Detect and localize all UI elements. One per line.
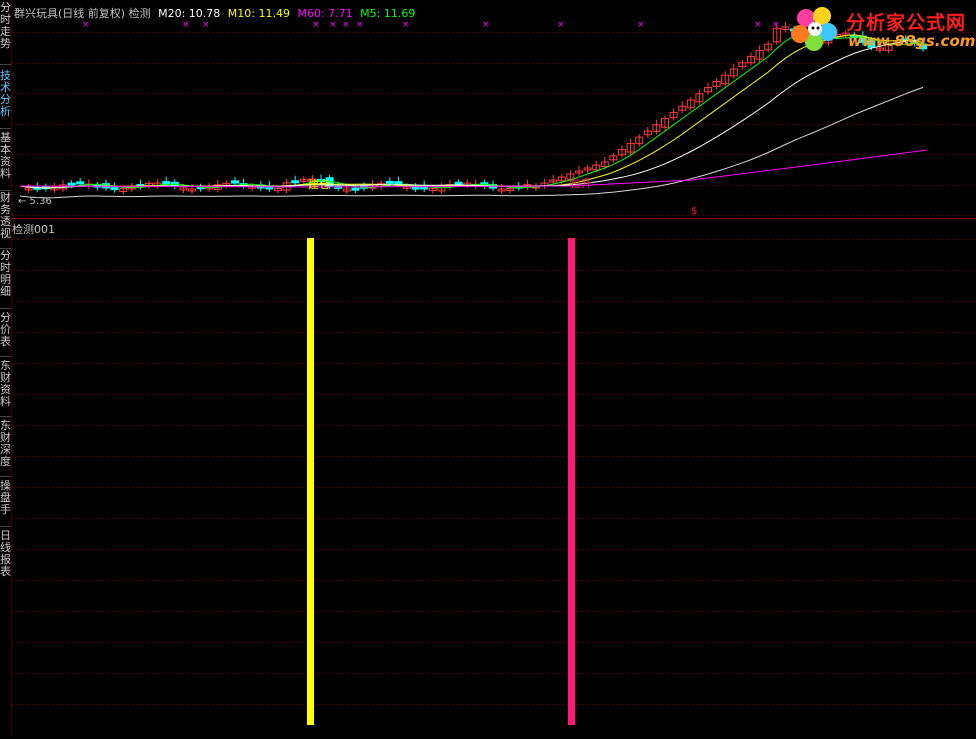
indicator-title: 检测001 xyxy=(12,223,55,236)
divider xyxy=(0,416,11,417)
tab-jishu[interactable]: 技术分析 xyxy=(0,70,11,128)
candle xyxy=(291,180,300,184)
divider xyxy=(0,128,11,129)
tab-dongcai-shendu[interactable]: 东财深度 xyxy=(0,420,11,478)
tab-caiwu[interactable]: 财务透视 xyxy=(0,192,11,250)
sell-signal-label: 拉升 xyxy=(570,176,592,190)
ma-long-line xyxy=(19,86,924,199)
divider xyxy=(0,356,11,357)
signal-x-marker: × xyxy=(329,20,337,30)
signal-x-marker: × xyxy=(342,20,350,30)
ma5-line xyxy=(19,31,924,189)
chart-area: × × × × × × × × × × × × × ← 5.36 建仓 拉升 $ 群兴玩具(日线 前复权) 检测… xyxy=(12,0,976,735)
signal-x-marker: × xyxy=(772,20,780,30)
tab-rixian-baobiao[interactable]: 日线报表 xyxy=(0,530,11,586)
signal-bar xyxy=(307,238,314,725)
ma5-label: M5: 11.69 xyxy=(360,7,416,20)
candle xyxy=(76,181,85,185)
tab-dongcai-ziliao[interactable]: 东财资料 xyxy=(0,360,11,416)
candle xyxy=(351,187,360,191)
candle xyxy=(385,180,394,184)
ma60-label: M60: 7.71 xyxy=(297,7,353,20)
signal-x-marker: × xyxy=(356,20,364,30)
divider xyxy=(0,526,11,527)
candle xyxy=(110,187,119,191)
tab-caopanshou[interactable]: 操盘手 xyxy=(0,480,11,524)
ma10-line xyxy=(19,34,924,189)
stock-title: 群兴玩具(日线 前复权) 检测 xyxy=(14,7,151,20)
low-price-label: ← 5.36 xyxy=(18,196,52,207)
signal-x-marker: × xyxy=(202,20,210,30)
dollar-marker: $ xyxy=(691,206,697,217)
signal-x-marker: × xyxy=(754,20,762,30)
buy-signal-label: 建仓 xyxy=(308,177,330,191)
indicator-chart[interactable] xyxy=(12,219,976,735)
signal-x-marker: × xyxy=(402,20,410,30)
divider xyxy=(0,308,11,309)
price-panel[interactable]: × × × × × × × × × × × × × ← 5.36 建仓 拉升 $ 群兴玩具(日线 前复权) 检测… xyxy=(12,0,976,218)
signal-x-marker: × xyxy=(557,20,565,30)
flower-logo-icon xyxy=(791,7,837,51)
logo: 分析家公式网 www.88gs.com xyxy=(788,4,976,52)
tab-fenshi[interactable]: 分时走势 xyxy=(0,2,11,60)
signal-x-marker: × xyxy=(637,20,645,30)
tab-fenshi-mingxi[interactable]: 分时明细 xyxy=(0,250,11,308)
logo-text: 分析家公式网 xyxy=(846,12,967,34)
candle xyxy=(231,180,239,184)
ma60-line xyxy=(19,149,928,188)
tab-jiben[interactable]: 基本资料 xyxy=(0,132,11,190)
candle xyxy=(454,181,463,185)
signal-x-marker: × xyxy=(182,20,190,30)
ma-legend: 群兴玩具(日线 前复权) 检测 M20: 10.78 M10: 11.49 M6… xyxy=(14,5,419,21)
ma20-line xyxy=(19,39,924,189)
ma10-label: M10: 11.49 xyxy=(227,7,290,20)
signal-x-marker: × xyxy=(312,20,320,30)
candle xyxy=(411,186,420,190)
tab-fenjiabiao[interactable]: 分价表 xyxy=(0,312,11,356)
signal-x-marker: × xyxy=(482,20,490,30)
sidebar: 分时走势 技术分析 基本资料 财务透视 分时明细 分价表 东财资料 东财深度 操… xyxy=(0,0,12,735)
divider xyxy=(0,64,11,65)
logo-url: www.88gs.com xyxy=(848,32,976,50)
candle xyxy=(67,182,76,186)
candle xyxy=(162,181,171,185)
indicator-panel[interactable]: 检测001 xyxy=(12,219,976,735)
ma20-label: M20: 10.78 xyxy=(158,7,221,20)
signal-bar xyxy=(568,238,575,725)
signal-x-marker: × xyxy=(82,20,90,30)
divider xyxy=(0,476,11,477)
